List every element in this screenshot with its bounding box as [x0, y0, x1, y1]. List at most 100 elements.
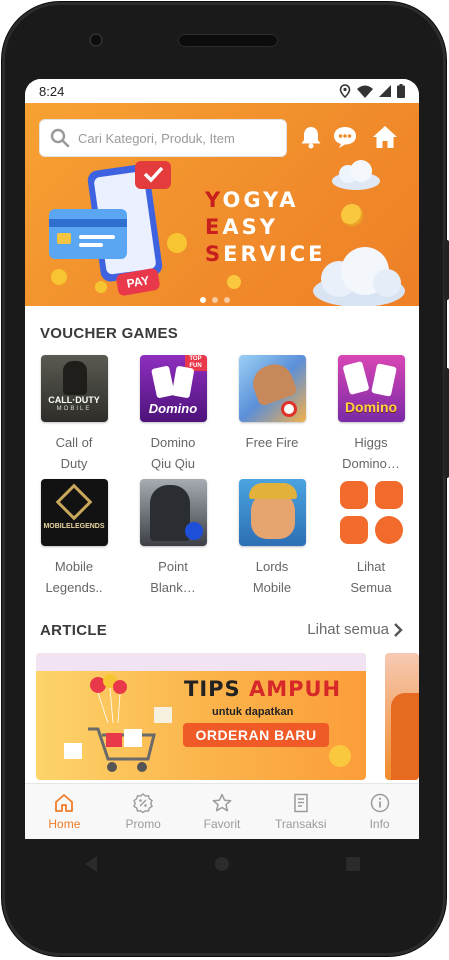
game-label-line: Point	[158, 559, 188, 574]
grid-square	[339, 481, 368, 509]
notification-button[interactable]	[297, 123, 325, 151]
article-cta-label: ORDERAN BARU	[195, 727, 317, 743]
banner-word: ERVICE	[223, 242, 326, 266]
higgs-logo-text: Domino	[344, 399, 398, 415]
search-input[interactable]	[78, 130, 268, 146]
ml-emblem	[55, 483, 92, 521]
nav-promo[interactable]: Promo	[104, 784, 183, 839]
game-label-line: Blank…	[150, 580, 196, 595]
pay-label: PAY	[125, 273, 151, 291]
nav-info[interactable]: Info	[340, 784, 419, 839]
soldier-figure	[149, 485, 190, 541]
game-higgs-domino[interactable]: Domino Higgs Domino…	[336, 355, 406, 474]
nav-label: Info	[369, 816, 390, 831]
bottom-navigation: Home Promo Favorit Transaksi Info	[25, 783, 419, 839]
game-label-line: Legends..	[45, 580, 103, 595]
ml-logo-text: MOBILELEGENDS	[43, 523, 105, 530]
article-headline: TIPS AMPUH	[184, 677, 341, 701]
chat-bubble-icon	[334, 127, 356, 148]
bell-icon	[301, 127, 321, 149]
article-card-top-band	[36, 653, 366, 671]
article-title: ARTICLE	[40, 622, 108, 639]
game-label: Domino Qiu Qiu	[137, 432, 209, 474]
game-point-blank[interactable]: Point Blank…	[138, 479, 208, 598]
pagination-dot[interactable]	[200, 297, 206, 303]
pagination-dot[interactable]	[224, 297, 230, 303]
grid-icon	[338, 479, 405, 546]
game-mobile-legends[interactable]: MOBILELEGENDS Mobile Legends..	[39, 479, 109, 598]
see-all-label: Lihat semua	[307, 621, 389, 638]
domino-tile	[341, 360, 370, 396]
emoji-sticker	[329, 745, 351, 767]
cod-logo-sub: MOBILE	[56, 406, 92, 412]
banner-line-1: YOGYA	[205, 187, 325, 214]
front-camera	[89, 33, 103, 47]
game-label: Point Blank…	[137, 556, 209, 598]
game-label-line: Domino	[150, 435, 196, 450]
banner-line-2: EASY	[205, 214, 325, 241]
game-label: Lihat Semua	[335, 556, 407, 598]
mobile-legends-icon: MOBILELEGENDS	[40, 479, 108, 546]
game-domino-qiu-qiu[interactable]: TOP FUN Domino Domino Qiu Qiu	[138, 355, 208, 474]
game-label-line: Lihat	[356, 559, 386, 574]
home-icon	[373, 126, 397, 148]
lords-mobile-icon	[238, 479, 306, 546]
banner-word: ASY	[222, 215, 278, 239]
banner-title: YOGYA EASY SERVICE	[205, 187, 325, 268]
nav-home[interactable]: Home	[25, 784, 104, 839]
soldier-figure	[62, 361, 87, 395]
game-label-line: Duty	[60, 456, 88, 471]
article-subheadline: untuk dapatkan	[212, 706, 294, 718]
game-lords-mobile[interactable]: Lords Mobile	[237, 479, 307, 598]
search-icon	[50, 128, 70, 148]
game-label-line: Qiu Qiu	[150, 456, 196, 471]
home-store-button[interactable]	[371, 123, 399, 151]
domino-tile	[150, 365, 175, 399]
emoji-sticker	[227, 275, 241, 289]
earpiece-speaker	[178, 34, 278, 47]
search-bar[interactable]	[39, 119, 287, 157]
free-fire-icon	[238, 355, 306, 422]
chat-support-button[interactable]	[331, 123, 359, 151]
banner-pagination	[200, 297, 230, 303]
wifi-icon	[357, 85, 373, 98]
power-button	[444, 240, 449, 300]
game-call-of-duty[interactable]: CALL·DUTY MOBILE Call of Duty	[39, 355, 109, 474]
game-label-line: Mobile	[54, 559, 94, 574]
receipt-icon	[294, 793, 308, 812]
game-label-line: Free Fire	[245, 435, 299, 450]
nav-label: Favorit	[203, 816, 241, 831]
nav-favorit[interactable]: Favorit	[183, 784, 262, 839]
higgs-domino-icon: Domino	[337, 355, 405, 422]
home-circle-icon[interactable]	[214, 856, 230, 872]
cod-logo-text: CALL·DUTY	[48, 395, 100, 405]
battery-icon	[397, 84, 405, 98]
domino-tile	[370, 363, 397, 397]
cloud-decoration	[332, 160, 380, 190]
character-figure	[247, 359, 298, 407]
volume-button	[444, 368, 449, 478]
banner-letter: E	[205, 215, 223, 239]
article-see-all-link[interactable]: Lihat semua	[307, 621, 403, 638]
back-icon[interactable]	[83, 855, 99, 873]
game-free-fire[interactable]: Free Fire	[237, 355, 307, 453]
nav-label: Home	[48, 816, 81, 831]
grid-circle	[374, 516, 403, 544]
point-blank-icon	[139, 479, 207, 546]
chevron-right-icon	[394, 622, 403, 637]
recents-icon[interactable]	[345, 856, 361, 872]
article-card-next[interactable]	[385, 653, 419, 780]
banner-word: OGYA	[222, 188, 299, 212]
headline-word: TIPS	[184, 677, 241, 701]
call-of-duty-icon: CALL·DUTY MOBILE	[40, 355, 108, 422]
article-card[interactable]: TIPS AMPUH untuk dapatkan ORDERAN BARU	[36, 653, 366, 780]
game-label-line: Mobile	[252, 580, 292, 595]
game-see-all[interactable]: Lihat Semua	[336, 479, 406, 598]
domino-logo-text: Domino	[148, 401, 198, 416]
nav-transaksi[interactable]: Transaksi	[261, 784, 340, 839]
system-navigation-bar	[25, 839, 419, 889]
character-helmet	[248, 483, 297, 499]
nav-label: Promo	[125, 816, 161, 831]
free-fire-logo	[280, 401, 297, 417]
pagination-dot[interactable]	[212, 297, 218, 303]
